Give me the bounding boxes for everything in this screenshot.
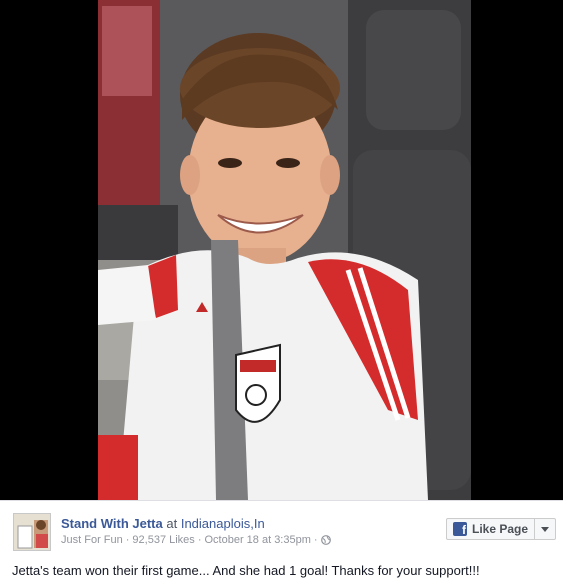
post-photo[interactable] [98, 0, 471, 500]
likes-count: 92,537 Likes [132, 534, 195, 546]
post-timestamp[interactable]: October 18 at 3:35pm [204, 534, 310, 546]
like-page-button[interactable]: f Like Page [447, 519, 536, 539]
globe-icon [320, 535, 331, 548]
category-text: Just For Fun [61, 534, 123, 546]
photo-viewer [0, 0, 563, 500]
post-footer: Stand With Jetta at Indianaplois,In Just… [0, 500, 563, 585]
like-page-button-group: f Like Page [446, 518, 556, 540]
boy-in-soccer-jersey-image [98, 0, 471, 500]
facebook-f-icon: f [453, 522, 467, 536]
chevron-down-icon [541, 526, 550, 532]
location-link[interactable]: Indianaplois,In [181, 516, 265, 531]
post-meta: Just For Fun · 92,537 Likes · October 18 at … [61, 534, 331, 548]
page-name-link[interactable]: Stand With Jetta [61, 516, 163, 531]
page-avatar[interactable] [13, 513, 51, 551]
like-page-label: Like Page [472, 522, 529, 536]
at-label: at [166, 516, 178, 531]
meta-separator: · [125, 534, 130, 546]
post-message: Jetta's team won their first game... And… [12, 563, 480, 578]
avatar-image [14, 514, 50, 550]
meta-separator: · [313, 534, 318, 546]
post-header-line: Stand With Jetta at Indianaplois,In [61, 516, 265, 531]
like-options-dropdown[interactable] [535, 519, 555, 539]
